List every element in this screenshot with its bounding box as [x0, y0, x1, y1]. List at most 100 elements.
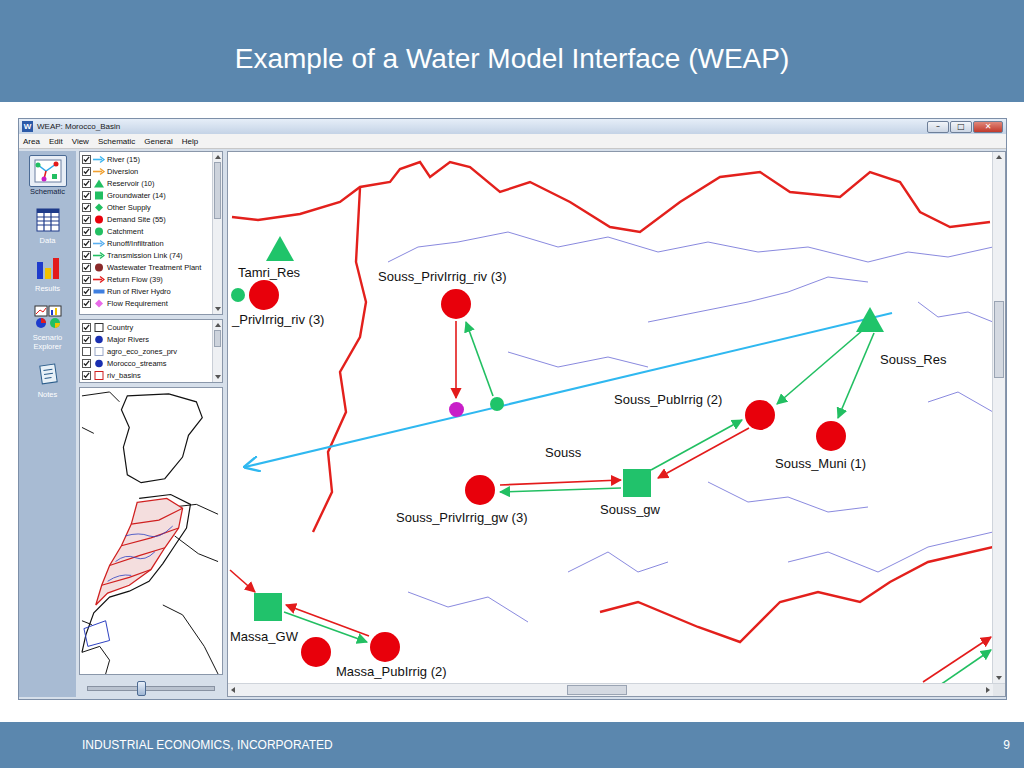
transmission-link[interactable]: [466, 322, 493, 396]
legend-item[interactable]: Return Flow (39): [82, 273, 212, 285]
return-link[interactable]: [286, 605, 369, 636]
legend-item[interactable]: Runoff/Infiltration: [82, 237, 212, 249]
checkbox[interactable]: [82, 371, 91, 380]
checkbox[interactable]: [82, 299, 91, 308]
legend-item[interactable]: Demand Site (55): [82, 213, 212, 225]
map-vertical-scrollbar[interactable]: [992, 152, 1005, 683]
slider-thumb[interactable]: [137, 681, 146, 696]
menu-item[interactable]: Schematic: [98, 137, 135, 146]
layers-scrollbar[interactable]: [212, 320, 222, 382]
groundwater-node[interactable]: [623, 469, 651, 497]
return-link[interactable]: [923, 637, 991, 682]
checkbox[interactable]: [82, 155, 91, 164]
legend-item[interactable]: Transmission Link (74): [82, 249, 212, 261]
checkbox[interactable]: [82, 323, 91, 332]
checkbox[interactable]: [82, 263, 91, 272]
checkbox[interactable]: [82, 347, 91, 356]
scroll-up-icon[interactable]: [996, 155, 1002, 159]
legend-scrollbar[interactable]: [212, 152, 222, 314]
scroll-thumb[interactable]: [567, 685, 627, 695]
map-horizontal-scrollbar[interactable]: [228, 683, 1005, 696]
return-link[interactable]: [230, 570, 255, 592]
legend-item[interactable]: Flow Requirement: [82, 297, 212, 309]
layer-item[interactable]: agro_eco_zones_prv: [82, 345, 212, 357]
transmission-link[interactable]: [651, 420, 742, 470]
transmission-link[interactable]: [838, 333, 874, 418]
checkbox[interactable]: [82, 203, 91, 212]
menu-item[interactable]: Area: [23, 137, 40, 146]
checkbox[interactable]: [82, 287, 91, 296]
scroll-down-icon[interactable]: [215, 375, 221, 379]
scroll-down-icon[interactable]: [996, 676, 1002, 680]
transmission-link[interactable]: [940, 650, 991, 683]
scroll-right-icon[interactable]: [986, 687, 990, 693]
groundwater-node[interactable]: [254, 593, 282, 621]
demand-node[interactable]: [301, 637, 331, 667]
window-button[interactable]: ✕: [973, 121, 1003, 133]
checkbox[interactable]: [82, 335, 91, 344]
demand-node[interactable]: [745, 400, 775, 430]
return-link[interactable]: [455, 321, 457, 398]
menu-item[interactable]: Edit: [49, 137, 63, 146]
river-line[interactable]: [245, 313, 892, 467]
reservoir-node[interactable]: [855, 305, 885, 335]
view-button[interactable]: Data: [21, 204, 75, 247]
zoom-slider[interactable]: [79, 679, 223, 697]
view-button[interactable]: Schematic: [21, 155, 75, 198]
check-icon: [83, 276, 90, 283]
catchment-node[interactable]: [490, 397, 504, 411]
legend-item[interactable]: Run of River Hydro: [82, 285, 212, 297]
checkbox[interactable]: [82, 167, 91, 176]
transmission-link[interactable]: [500, 488, 621, 492]
view-button[interactable]: Scenario Explorer: [21, 301, 75, 352]
demand-node[interactable]: [816, 421, 846, 451]
legend-item[interactable]: Reservoir (10): [82, 177, 212, 189]
layer-item[interactable]: riv_basins: [82, 369, 212, 381]
window-button[interactable]: –: [927, 121, 949, 133]
checkbox[interactable]: [82, 275, 91, 284]
menu-item[interactable]: View: [72, 137, 89, 146]
view-button[interactable]: Notes: [21, 358, 75, 401]
scroll-thumb[interactable]: [214, 330, 221, 347]
legend-item[interactable]: Groundwater (14): [82, 189, 212, 201]
scroll-down-icon[interactable]: [215, 307, 221, 311]
menu-item[interactable]: General: [144, 137, 172, 146]
checkbox[interactable]: [82, 179, 91, 188]
view-button[interactable]: Results: [21, 252, 75, 295]
checkbox[interactable]: [82, 227, 91, 236]
checkbox[interactable]: [82, 191, 91, 200]
legend-item[interactable]: River (15): [82, 153, 212, 165]
return-link[interactable]: [500, 480, 621, 485]
layer-item[interactable]: Major Rivers: [82, 333, 212, 345]
legend-item[interactable]: Wastewater Treatment Plant: [82, 261, 212, 273]
overview-map[interactable]: [79, 387, 223, 675]
demand-node[interactable]: [441, 289, 471, 319]
legend-item[interactable]: Diversion: [82, 165, 212, 177]
scroll-thumb[interactable]: [994, 301, 1004, 378]
checkbox[interactable]: [82, 239, 91, 248]
layer-item[interactable]: Country: [82, 321, 212, 333]
demand-node[interactable]: [370, 632, 400, 662]
legend-item[interactable]: Other Supply: [82, 201, 212, 213]
reservoir-node[interactable]: [265, 234, 295, 264]
diversion-node[interactable]: [449, 402, 464, 417]
window-button[interactable]: □: [950, 121, 972, 133]
return-link[interactable]: [658, 428, 749, 478]
demand-node[interactable]: [249, 280, 279, 310]
checkbox[interactable]: [82, 215, 91, 224]
map-canvas[interactable]: Tamri_Res_PrivIrrig_riv (3)Souss_PrivIrr…: [228, 152, 992, 683]
demand-node[interactable]: [465, 475, 495, 505]
check-icon: [83, 252, 90, 259]
checkbox[interactable]: [82, 359, 91, 368]
legend-item[interactable]: Catchment: [82, 225, 212, 237]
scroll-left-icon[interactable]: [231, 687, 235, 693]
catchment-node[interactable]: [231, 288, 245, 302]
checkbox[interactable]: [82, 251, 91, 260]
reservoir-icon: [93, 179, 105, 188]
scroll-thumb[interactable]: [214, 162, 221, 219]
menu-item[interactable]: Help: [182, 137, 198, 146]
layer-item[interactable]: Morocco_streams: [82, 357, 212, 369]
transmission-link[interactable]: [777, 330, 863, 404]
scroll-up-icon[interactable]: [215, 155, 221, 159]
scroll-up-icon[interactable]: [215, 323, 221, 327]
